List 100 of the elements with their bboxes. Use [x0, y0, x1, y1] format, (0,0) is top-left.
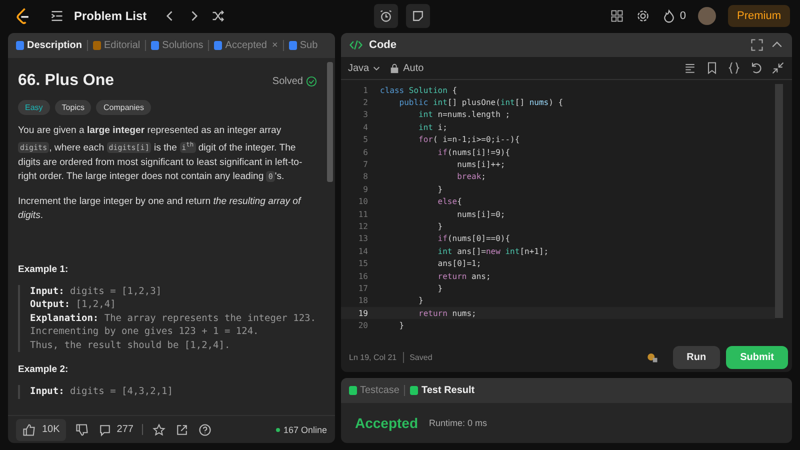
code-line: return ans;	[436, 272, 491, 281]
tag-chip[interactable]: Topics	[54, 100, 92, 115]
star-icon[interactable]	[152, 422, 166, 436]
line-number: 17	[357, 284, 368, 293]
example-line: Output: [1,2,4]	[30, 298, 117, 312]
code-line: for( i=n-1;i>=0;i--){	[418, 135, 520, 144]
code-line: }	[436, 222, 443, 231]
streak-count: 0	[680, 10, 686, 22]
comment-count: 277	[116, 424, 134, 435]
note-button[interactable]	[406, 4, 430, 28]
code-brackets-icon	[349, 38, 363, 52]
panel-tab[interactable]: Accepted	[214, 40, 267, 51]
code-line: }	[418, 296, 424, 306]
line-number: 7	[362, 160, 368, 170]
shuffle-icon[interactable]	[210, 9, 225, 23]
share-icon[interactable]	[175, 422, 190, 436]
line-number: 20	[357, 321, 368, 330]
example-line: Input: digits = [1,2,3]	[30, 284, 163, 298]
line-number: 18	[357, 296, 368, 306]
line-number: 3	[362, 110, 368, 120]
avatar-icon[interactable]	[698, 7, 716, 25]
code-tab[interactable]: Code	[369, 39, 396, 51]
close-tab-button[interactable]: ×	[272, 40, 278, 51]
panel-tab[interactable]: Solutions	[151, 40, 204, 51]
tag-chip[interactable]: Companies	[96, 100, 151, 115]
code-line: if(nums[0]==0){	[436, 234, 510, 244]
line-number: 5	[362, 135, 368, 144]
code-line: else{	[436, 197, 462, 206]
flame-icon[interactable]	[662, 9, 676, 23]
code-line: int ans[]=new int[n+1];	[436, 246, 549, 256]
panel-tab[interactable]: Test Result	[410, 385, 475, 396]
help-icon[interactable]	[198, 422, 212, 436]
problem-title: 66. Plus One	[18, 72, 116, 90]
example-line: Explanation: The array represents the integer 123.	[30, 312, 317, 325]
line-number: 16	[357, 272, 368, 281]
cursor-position: Ln 19, Col 21	[349, 352, 397, 362]
fullscreen-icon[interactable]	[750, 38, 764, 52]
difficulty-badge: Easy	[18, 100, 50, 115]
line-number: 10	[357, 197, 368, 206]
grid-icon[interactable]	[610, 9, 624, 23]
code-line: }	[398, 321, 404, 330]
code-line: ans[0]=1;	[436, 259, 482, 268]
undo-icon[interactable]	[749, 61, 763, 75]
settings-icon[interactable]	[636, 9, 650, 23]
problem-list-link[interactable]: Problem List	[74, 9, 147, 23]
braces-icon[interactable]	[727, 61, 741, 75]
scrollbar[interactable]	[327, 62, 333, 182]
line-number: 1	[362, 86, 368, 95]
code-line: }	[436, 284, 443, 293]
line-number: 8	[362, 172, 368, 182]
code-line: nums[i]=0;	[456, 210, 506, 219]
online-count: 167 Online	[283, 424, 327, 434]
example-line: Input: digits = [4,3,2,1]	[30, 385, 174, 398]
line-number: 12	[357, 222, 368, 231]
list-icon[interactable]	[50, 9, 64, 23]
code-line: class Solution {	[380, 86, 458, 95]
verdict-text: Accepted	[355, 415, 418, 431]
example-heading: Example 1:	[18, 264, 70, 274]
code-line: }	[436, 184, 443, 194]
collapse-icon[interactable]	[771, 61, 785, 75]
line-number: 6	[362, 148, 368, 157]
like-button[interactable]: 10K	[16, 418, 66, 440]
line-number: 19	[357, 308, 368, 318]
description-paragraph: Increment the large integer by one and return the resulting array of digits.	[18, 194, 302, 223]
check-circle-icon	[306, 76, 317, 86]
line-number: 4	[362, 122, 368, 132]
scrollbar[interactable]	[775, 84, 783, 318]
code-line: return nums;	[418, 308, 476, 318]
premium-button[interactable]: Premium	[728, 5, 790, 27]
note-icon	[411, 9, 425, 23]
panel-tab[interactable]: Sub	[288, 40, 318, 51]
line-number: 13	[357, 234, 368, 244]
line-number: 2	[362, 98, 368, 108]
example-line: Thus, the result should be [1,2,4].	[30, 338, 232, 352]
thumbs-up-icon	[22, 422, 36, 436]
run-button[interactable]: Run	[672, 346, 720, 368]
thumbs-down-icon[interactable]	[74, 422, 89, 436]
save-status: Saved	[410, 352, 432, 362]
panel-tab[interactable]: Editorial	[93, 40, 140, 51]
code-line: int n=nums.length ;	[418, 110, 510, 120]
bookmark-icon[interactable]	[705, 61, 719, 75]
code-line: if(nums[i]!=9){	[436, 148, 510, 157]
example-heading: Example 2:	[18, 364, 70, 375]
code-line: break;	[456, 172, 486, 182]
panel-tab[interactable]: Description	[16, 40, 82, 51]
code-line: public int[] plusOne(int[] nums) {	[398, 98, 564, 108]
code-line: int i;	[418, 122, 448, 132]
line-number: 9	[362, 184, 368, 194]
language-dropdown[interactable]: Java	[348, 62, 370, 74]
panel-tab[interactable]: Testcase	[349, 385, 400, 396]
line-number: 15	[357, 259, 368, 268]
comment-icon[interactable]	[98, 422, 112, 436]
lock-icon	[389, 62, 400, 74]
online-dot-icon	[276, 428, 280, 432]
runtime-text: Runtime: 0 ms	[429, 418, 488, 428]
line-number: 14	[357, 246, 368, 256]
code-line: nums[i]++;	[456, 160, 506, 170]
alarm-clock-button[interactable]	[374, 4, 398, 28]
example-line: Incrementing by one gives 123 + 1 = 124.	[30, 325, 260, 338]
format-icon[interactable]	[683, 61, 697, 75]
